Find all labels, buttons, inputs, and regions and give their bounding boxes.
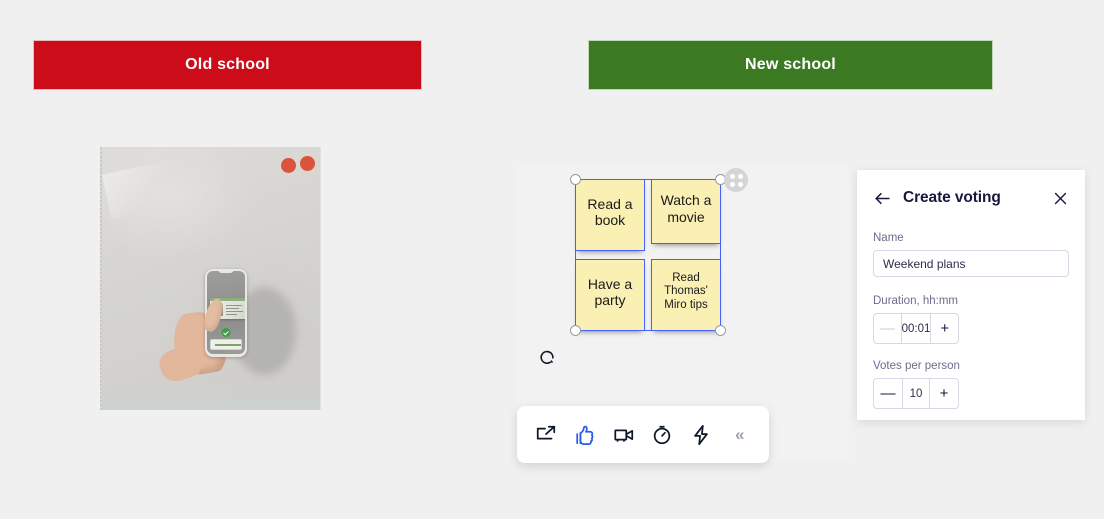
grid-dot bbox=[737, 173, 743, 179]
phone-notch bbox=[218, 269, 234, 273]
banner-old-school-label: Old school bbox=[185, 56, 270, 73]
close-icon[interactable] bbox=[1052, 190, 1069, 207]
share-screen-icon[interactable] bbox=[527, 415, 566, 455]
photo-bottom-tint bbox=[102, 382, 320, 410]
name-input[interactable]: Weekend plans bbox=[873, 250, 1069, 277]
id-card-text-line bbox=[226, 305, 242, 306]
grid-dot bbox=[737, 181, 743, 187]
id-card-text-line bbox=[226, 308, 239, 309]
grid-dot bbox=[729, 181, 735, 187]
name-field-label: Name bbox=[873, 232, 904, 244]
selection-box[interactable] bbox=[570, 174, 726, 336]
board-bottom-toolbar[interactable]: « bbox=[517, 406, 769, 463]
duration-field-label: Duration, hh:mm bbox=[873, 295, 959, 307]
votes-value[interactable]: 10 bbox=[902, 378, 930, 409]
grid-dot bbox=[729, 173, 735, 179]
duration-increment-button[interactable]: + bbox=[931, 313, 959, 344]
id-card-text-line bbox=[226, 314, 237, 315]
voting-dot-sticker bbox=[281, 158, 296, 173]
collapse-chevrons-label: « bbox=[734, 424, 745, 444]
duration-value[interactable]: 00:01 bbox=[900, 313, 932, 344]
id-card-text-line bbox=[226, 311, 243, 312]
video-camera-icon[interactable] bbox=[604, 415, 643, 455]
old-school-photo bbox=[100, 147, 321, 410]
scan-status-banner bbox=[210, 339, 242, 350]
grid-dots-icon[interactable] bbox=[724, 168, 748, 192]
name-input-value: Weekend plans bbox=[883, 256, 966, 271]
arrow-left-icon[interactable] bbox=[873, 189, 892, 208]
duration-stepper[interactable]: — 00:01 + bbox=[873, 313, 959, 344]
votes-field-label: Votes per person bbox=[873, 360, 960, 372]
votes-increment-button[interactable]: + bbox=[930, 378, 959, 409]
votes-stepper[interactable]: — 10 + bbox=[873, 378, 959, 409]
banner-new-school-label: New school bbox=[745, 56, 836, 73]
banner-new-school: New school bbox=[588, 40, 993, 90]
resize-handle-top-left[interactable] bbox=[570, 174, 581, 185]
rotate-icon[interactable] bbox=[537, 347, 557, 367]
collapse-chevrons-icon[interactable]: « bbox=[720, 415, 759, 455]
panel-header: Create voting bbox=[873, 186, 1069, 210]
scan-success-check-icon bbox=[221, 328, 231, 337]
lightning-bolt-icon[interactable] bbox=[682, 415, 721, 455]
thumbs-up-icon[interactable] bbox=[566, 415, 605, 455]
resize-handle-bottom-right[interactable] bbox=[715, 325, 726, 336]
timer-icon[interactable] bbox=[643, 415, 682, 455]
create-voting-panel: Create voting Name Weekend plans Duratio… bbox=[857, 170, 1085, 420]
duration-decrement-button[interactable]: — bbox=[873, 313, 901, 344]
banner-old-school: Old school bbox=[33, 40, 422, 90]
voting-dot-sticker bbox=[300, 156, 315, 171]
votes-decrement-button[interactable]: — bbox=[873, 378, 902, 409]
page-title: Create voting bbox=[903, 189, 1001, 206]
resize-handle-bottom-left[interactable] bbox=[570, 325, 581, 336]
